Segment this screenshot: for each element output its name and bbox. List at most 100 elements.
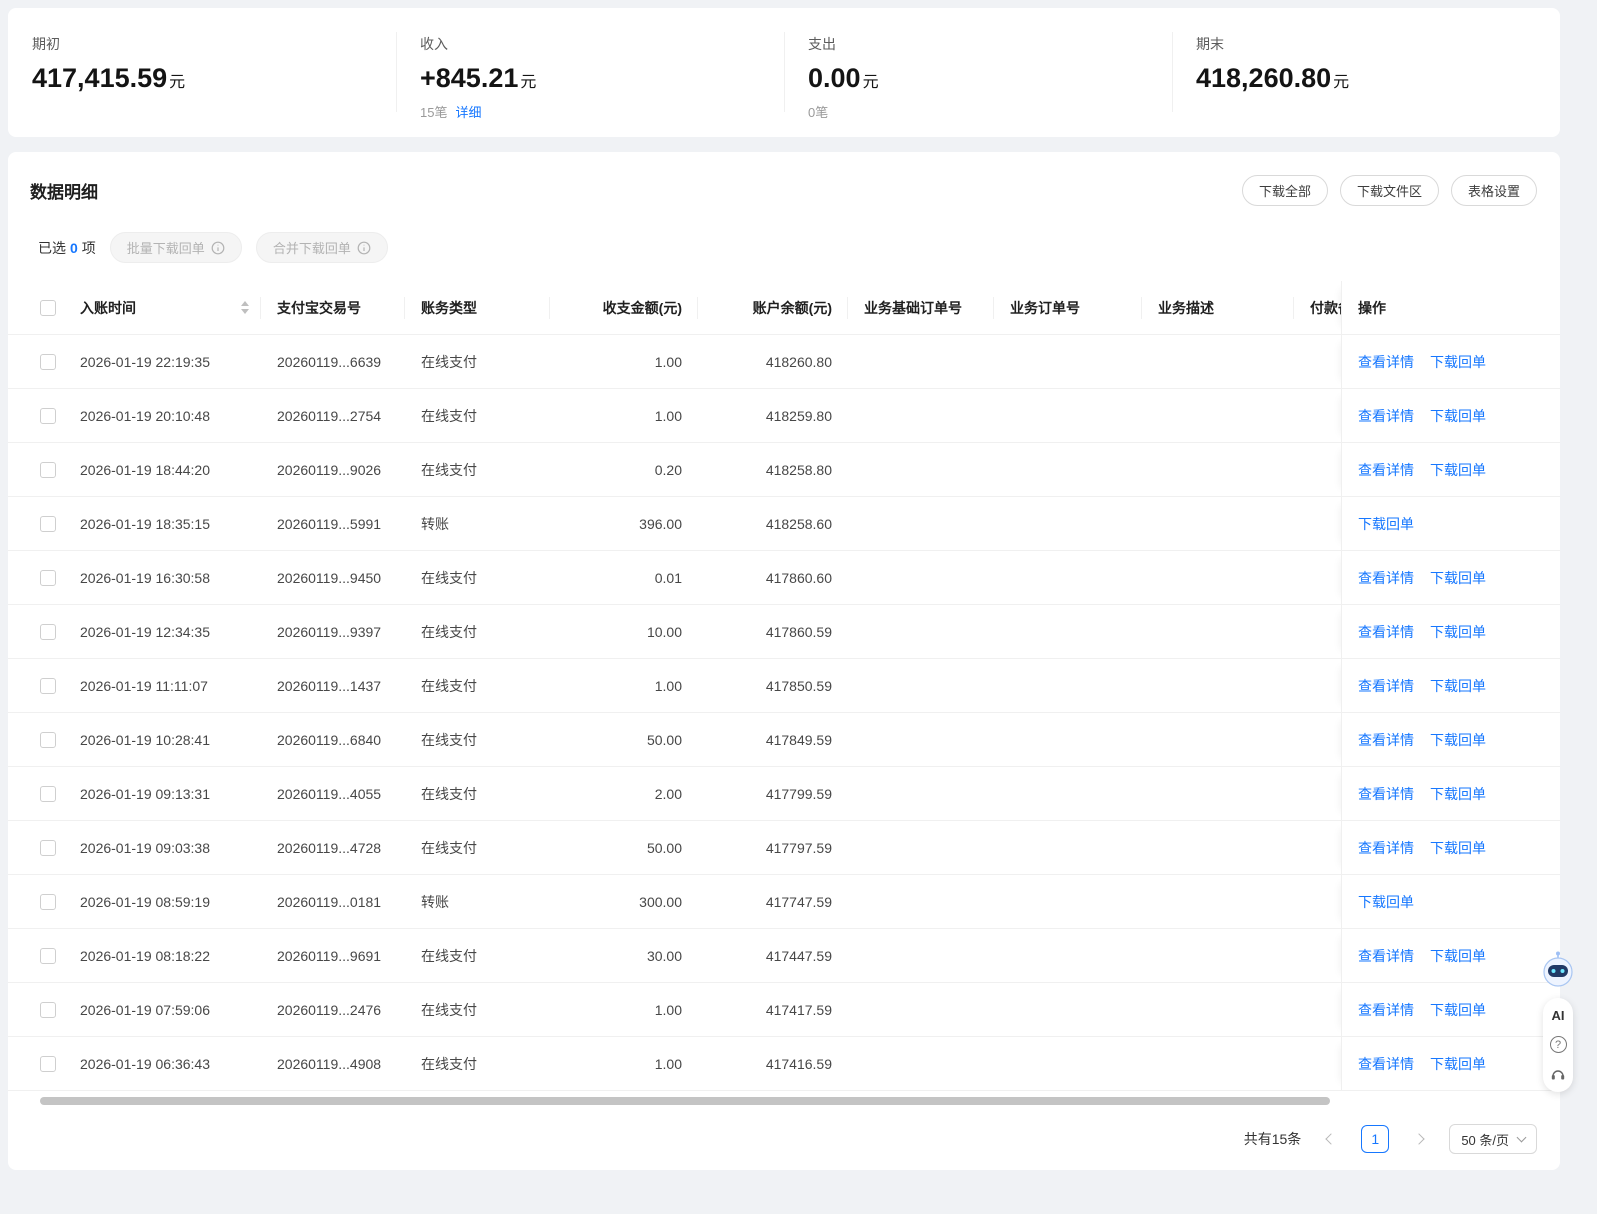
cell-biz-desc (1142, 659, 1294, 712)
cell-entry-time: 2026-01-19 16:30:58 (80, 569, 210, 586)
scrollbar-thumb[interactable] (40, 1097, 1330, 1105)
view-detail-link[interactable]: 查看详情 (1358, 568, 1414, 588)
view-detail-link[interactable]: 查看详情 (1358, 838, 1414, 858)
download-receipt-link[interactable]: 下载回单 (1430, 730, 1486, 750)
cell-biz-desc (1142, 1037, 1294, 1090)
cell-amount: 1.00 (654, 677, 682, 694)
next-page-button[interactable] (1407, 1125, 1431, 1153)
download-file-zone-button[interactable]: 下载文件区 (1339, 175, 1439, 206)
income-detail-link[interactable]: 详细 (455, 102, 481, 121)
assistant-panel: AI ? (1543, 998, 1573, 1092)
download-receipt-link[interactable]: 下载回单 (1430, 1054, 1486, 1074)
cell-entry-time: 2026-01-19 08:18:22 (80, 947, 210, 964)
cell-balance: 417860.60 (765, 569, 832, 586)
row-checkbox[interactable] (40, 1001, 56, 1018)
row-checkbox[interactable] (40, 839, 56, 856)
chevron-down-icon (1516, 1132, 1527, 1143)
table-settings-button[interactable]: 表格设置 (1450, 175, 1537, 206)
download-receipt-link[interactable]: 下载回单 (1430, 406, 1486, 426)
download-receipt-link[interactable]: 下载回单 (1430, 460, 1486, 480)
cell-transaction-no: 20260119...4728 (277, 839, 382, 856)
row-checkbox[interactable] (40, 677, 56, 694)
cell-biz-base-order (848, 659, 994, 712)
row-checkbox[interactable] (40, 353, 56, 370)
cell-balance: 417417.59 (765, 1001, 832, 1018)
row-checkbox[interactable] (40, 893, 56, 910)
ai-entry-button[interactable]: AI (1552, 1008, 1565, 1023)
table-row: 2026-01-19 09:13:31 20260119...4055 在线支付… (8, 767, 1560, 821)
download-receipt-link[interactable]: 下载回单 (1430, 568, 1486, 588)
cell-amount: 2.00 (654, 785, 682, 802)
view-detail-link[interactable]: 查看详情 (1358, 730, 1414, 750)
batch-download-receipt-button[interactable]: 批量下载回单 (109, 232, 242, 263)
cell-entry-time: 2026-01-19 10:28:41 (80, 731, 210, 748)
row-checkbox[interactable] (40, 731, 56, 748)
select-all-checkbox[interactable] (40, 299, 56, 316)
view-detail-link[interactable]: 查看详情 (1358, 784, 1414, 804)
cell-biz-desc (1142, 767, 1294, 820)
row-checkbox[interactable] (40, 623, 56, 640)
download-receipt-link[interactable]: 下载回单 (1430, 946, 1486, 966)
cell-biz-base-order (848, 929, 994, 982)
cell-transaction-no: 20260119...6840 (277, 731, 382, 748)
cell-biz-order (994, 497, 1142, 550)
row-checkbox[interactable] (40, 1055, 56, 1072)
download-receipt-link[interactable]: 下载回单 (1430, 784, 1486, 804)
view-detail-link[interactable]: 查看详情 (1358, 1054, 1414, 1074)
download-receipt-link[interactable]: 下载回单 (1430, 352, 1486, 372)
cell-account-type: 在线支付 (421, 785, 477, 802)
merge-download-receipt-button[interactable]: 合并下载回单 (255, 232, 388, 263)
download-receipt-link[interactable]: 下载回单 (1430, 838, 1486, 858)
summary-ending: 期末 418,260.80 元 (1172, 8, 1560, 137)
row-checkbox[interactable] (40, 947, 56, 964)
cell-biz-order (994, 1037, 1142, 1090)
download-receipt-link[interactable]: 下载回单 (1358, 514, 1414, 534)
row-checkbox[interactable] (40, 515, 56, 532)
cell-biz-desc (1142, 983, 1294, 1036)
header-biz-order: 业务订单号 (994, 281, 1142, 334)
download-receipt-link[interactable]: 下载回单 (1430, 622, 1486, 642)
download-receipt-link[interactable]: 下载回单 (1358, 892, 1414, 912)
view-detail-link[interactable]: 查看详情 (1358, 352, 1414, 372)
row-checkbox[interactable] (40, 569, 56, 586)
view-detail-link[interactable]: 查看详情 (1358, 946, 1414, 966)
cell-account-type: 在线支付 (421, 1001, 477, 1018)
cell-balance: 417850.59 (765, 677, 832, 694)
view-detail-link[interactable]: 查看详情 (1358, 460, 1414, 480)
page-number-button[interactable]: 1 (1361, 1125, 1390, 1153)
download-all-button[interactable]: 下载全部 (1241, 175, 1328, 206)
table-row: 2026-01-19 11:11:07 20260119...1437 在线支付… (8, 659, 1560, 713)
cell-biz-base-order (848, 767, 994, 820)
view-detail-link[interactable]: 查看详情 (1358, 406, 1414, 426)
download-receipt-link[interactable]: 下载回单 (1430, 676, 1486, 696)
header-actions: 操作 (1341, 281, 1560, 334)
cell-actions: 查看详情 下载回单 (1341, 605, 1560, 658)
horizontal-scrollbar[interactable] (40, 1097, 1330, 1105)
prev-page-button[interactable] (1319, 1125, 1343, 1153)
cell-actions: 查看详情 下载回单 (1341, 1037, 1560, 1090)
ai-robot-icon[interactable] (1541, 950, 1575, 990)
view-detail-link[interactable]: 查看详情 (1358, 1000, 1414, 1020)
headset-icon[interactable] (1550, 1066, 1566, 1082)
table-row: 2026-01-19 16:30:58 20260119...9450 在线支付… (8, 551, 1560, 605)
table-row: 2026-01-19 09:03:38 20260119...4728 在线支付… (8, 821, 1560, 875)
header-entry-time[interactable]: 入账时间 (64, 281, 261, 334)
header-balance: 账户余额(元) (698, 281, 848, 334)
cell-account-type: 在线支付 (421, 569, 477, 586)
summary-beginning: 期初 417,415.59 元 (8, 8, 396, 137)
view-detail-link[interactable]: 查看详情 (1358, 676, 1414, 696)
page-size-select[interactable]: 50 条/页 (1449, 1124, 1537, 1154)
sort-icon[interactable] (241, 301, 249, 314)
row-checkbox[interactable] (40, 461, 56, 478)
cell-account-type: 转账 (421, 893, 449, 910)
cell-biz-order (994, 767, 1142, 820)
download-receipt-link[interactable]: 下载回单 (1430, 1000, 1486, 1020)
view-detail-link[interactable]: 查看详情 (1358, 622, 1414, 642)
row-checkbox[interactable] (40, 785, 56, 802)
expense-label: 支出 (808, 36, 836, 52)
row-checkbox[interactable] (40, 407, 56, 424)
help-icon[interactable]: ? (1549, 1036, 1567, 1053)
cell-biz-base-order (848, 821, 994, 874)
cell-entry-time: 2026-01-19 22:19:35 (80, 353, 210, 370)
header-transaction-no: 支付宝交易号 (261, 281, 405, 334)
